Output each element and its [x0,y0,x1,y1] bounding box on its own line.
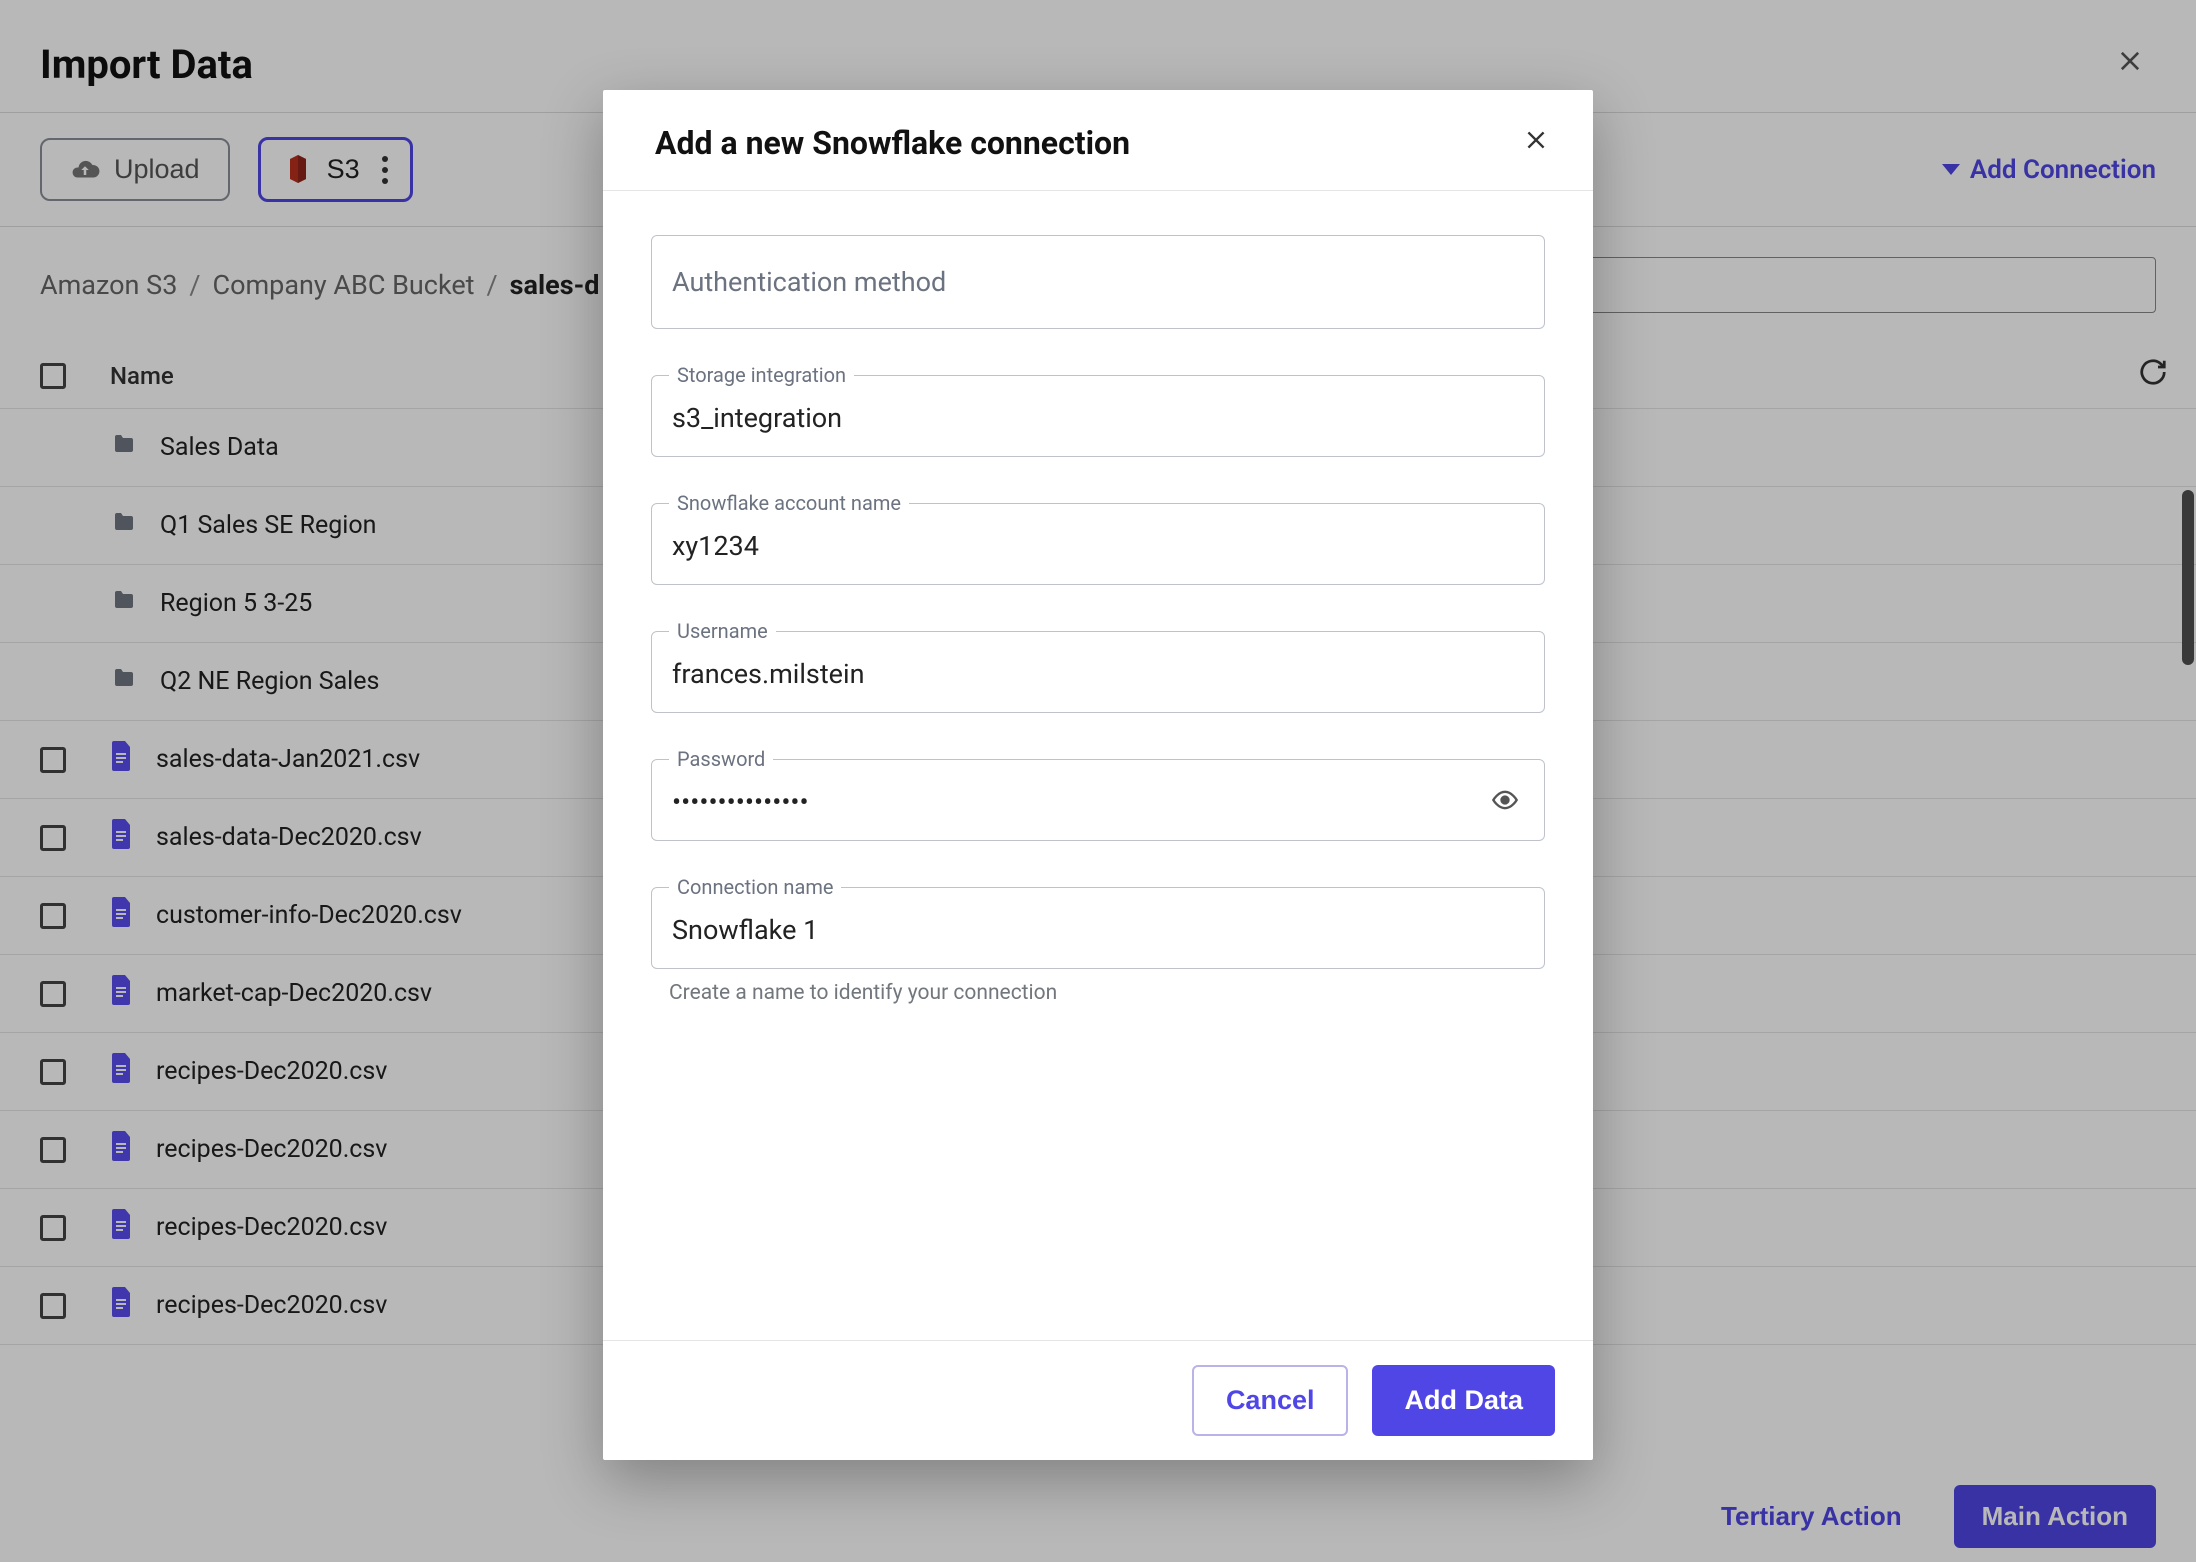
connection-name-field[interactable]: Connection name Create a name to identif… [651,887,1545,1005]
modal-close-icon[interactable] [1523,126,1549,161]
connection-name-input[interactable] [651,887,1545,969]
username-field[interactable]: Username [651,631,1545,713]
storage-integration-label: Storage integration [669,363,854,387]
username-input[interactable] [651,631,1545,713]
password-field[interactable]: Password [651,759,1545,841]
modal-overlay: Add a new Snowflake connection Authentic… [0,0,2196,1562]
cancel-button[interactable]: Cancel [1192,1365,1349,1436]
password-input[interactable] [651,759,1545,841]
account-name-label: Snowflake account name [669,491,909,515]
password-label: Password [669,747,773,771]
connection-name-label: Connection name [669,875,841,899]
connection-name-helper: Create a name to identify your connectio… [651,981,1545,1005]
show-password-icon[interactable] [1487,786,1523,814]
add-data-button[interactable]: Add Data [1372,1365,1555,1436]
account-name-input[interactable] [651,503,1545,585]
username-label: Username [669,619,776,643]
modal-title: Add a new Snowflake connection [655,124,1130,162]
storage-integration-input[interactable] [651,375,1545,457]
account-name-field[interactable]: Snowflake account name [651,503,1545,585]
auth-method-placeholder: Authentication method [651,235,1545,329]
storage-integration-field[interactable]: Storage integration [651,375,1545,457]
snowflake-connection-modal: Add a new Snowflake connection Authentic… [603,90,1593,1460]
auth-method-field[interactable]: Authentication method [651,235,1545,329]
